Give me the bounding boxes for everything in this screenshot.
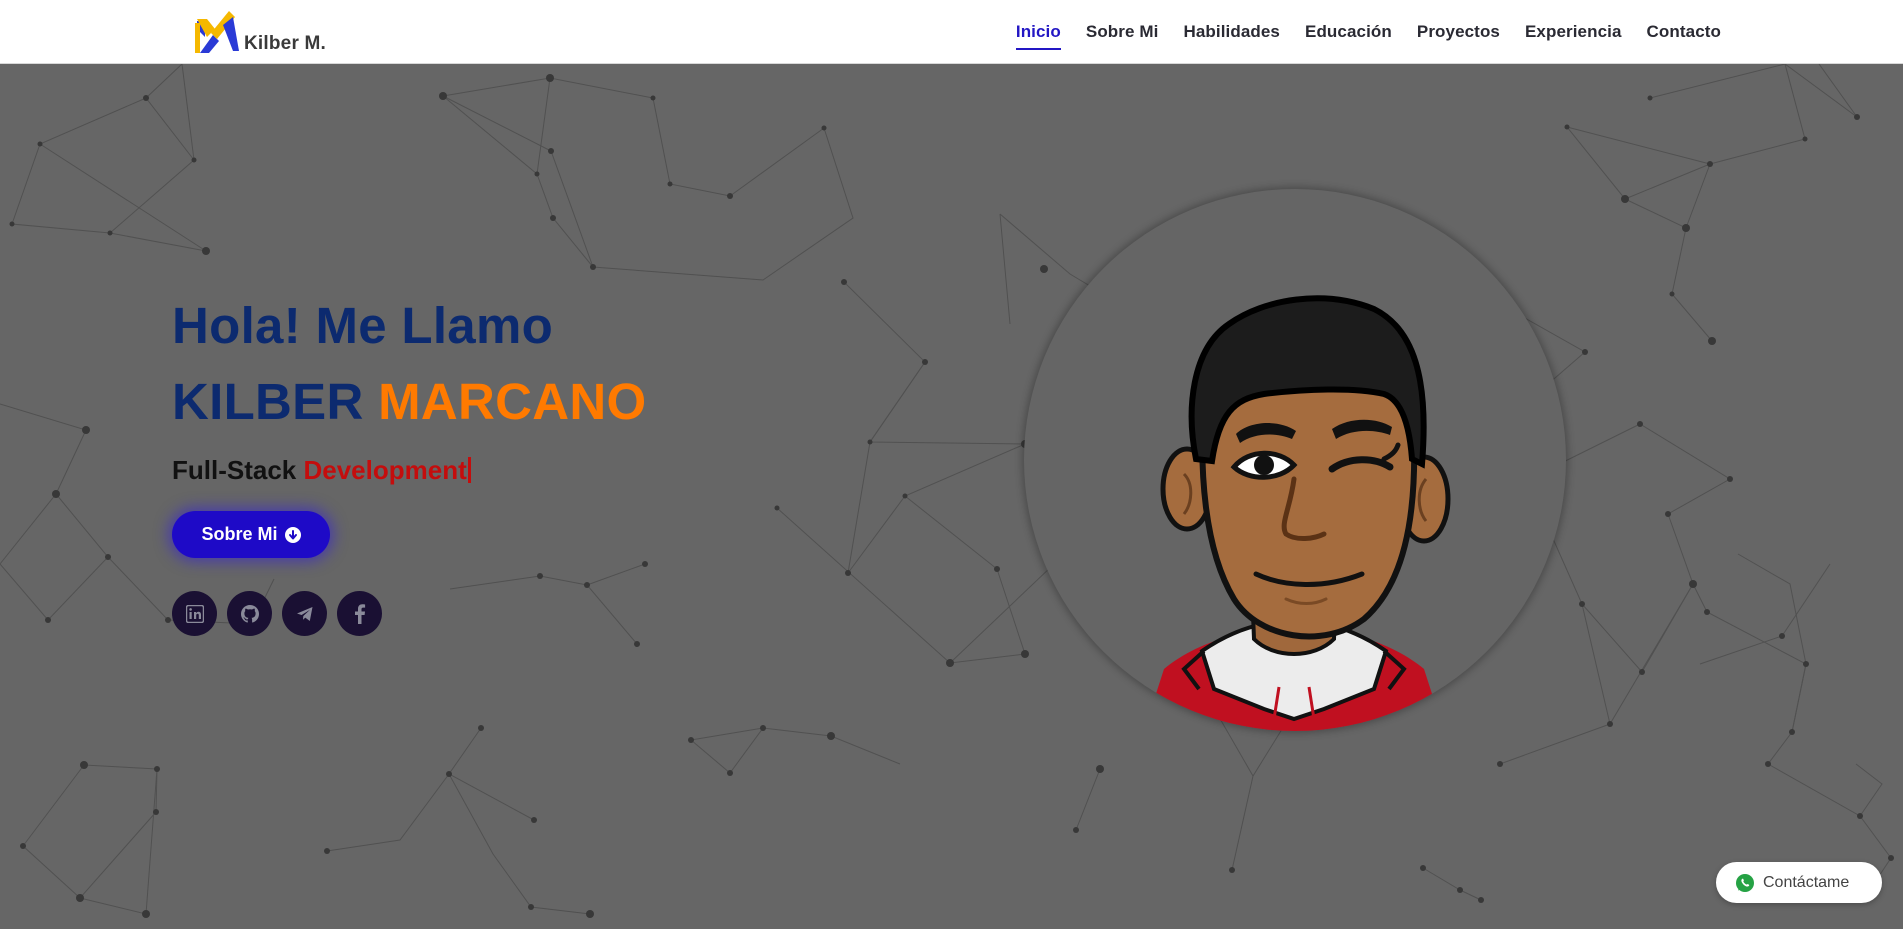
telegram-icon[interactable]: [282, 591, 327, 636]
typing-caret: [467, 457, 471, 483]
whatsapp-icon: [1736, 873, 1754, 892]
network-background: [0, 64, 1894, 918]
role-static-text: Full-Stack: [172, 455, 297, 485]
about-me-button[interactable]: Sobre Mi: [172, 511, 330, 558]
github-icon[interactable]: [227, 591, 272, 636]
nav-link-inicio[interactable]: Inicio: [1015, 16, 1061, 50]
whatsapp-contact-button[interactable]: Contáctame: [1716, 862, 1882, 903]
navbar: Kilber M. Inicio Sobre Mi Habilidades Ed…: [0, 0, 1903, 64]
nav-links: Inicio Sobre Mi Habilidades Educación Pr…: [1015, 0, 1721, 64]
whatsapp-label: Contáctame: [1763, 873, 1850, 891]
avatar: [1024, 189, 1566, 731]
about-me-button-label: Sobre Mi: [201, 524, 278, 544]
role-typed-text: Development: [303, 455, 467, 485]
hero-greeting: Hola! Me Llamo: [172, 297, 554, 354]
linkedin-icon[interactable]: [172, 591, 217, 636]
nav-link-sobre-mi[interactable]: Sobre Mi: [1086, 16, 1159, 48]
nav-link-proyectos[interactable]: Proyectos: [1417, 16, 1500, 48]
km-logo-icon: [195, 11, 239, 53]
social-links: [172, 591, 382, 636]
nav-link-contacto[interactable]: Contacto: [1647, 16, 1721, 48]
hero-last-name: MARCANO: [378, 373, 647, 430]
arrow-down-circle-icon: [284, 526, 301, 543]
hero-role: Full-Stack Development: [172, 455, 471, 486]
avatar-illustration: [1144, 295, 1451, 731]
hero-first-name: KILBER: [172, 373, 364, 430]
nav-link-experiencia[interactable]: Experiencia: [1525, 16, 1622, 48]
brand-name: Kilber M.: [244, 33, 327, 54]
nav-link-educacion[interactable]: Educación: [1305, 16, 1392, 48]
brand[interactable]: Kilber M.: [193, 5, 326, 57]
facebook-icon[interactable]: [337, 591, 382, 636]
nav-link-habilidades[interactable]: Habilidades: [1183, 16, 1280, 48]
hero-name: KILBER MARCANO: [172, 372, 647, 431]
